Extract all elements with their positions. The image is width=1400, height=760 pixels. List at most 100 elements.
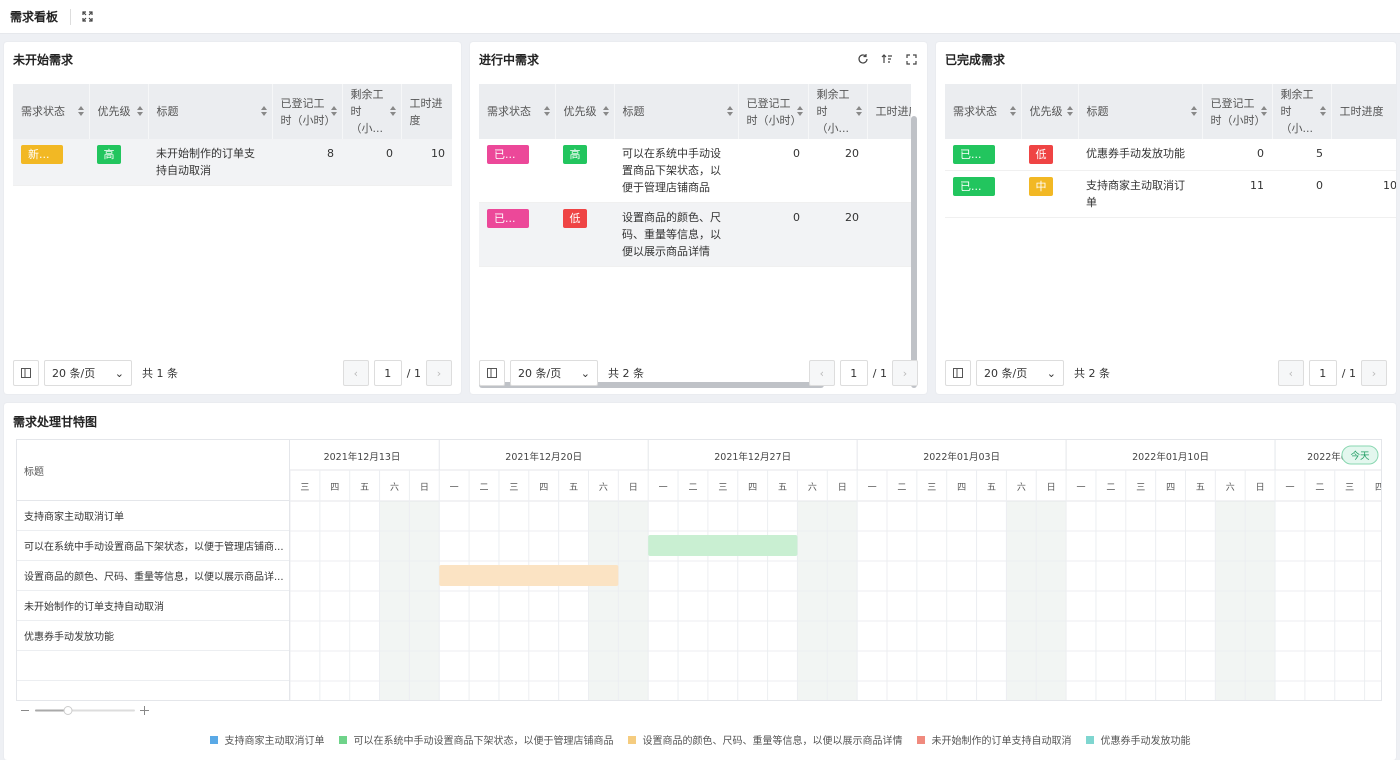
prev-page-button[interactable]: ‹ xyxy=(1277,360,1304,386)
table-row[interactable]: 新... 高 未开始制作的订单支持自动取消 8 0 10 xyxy=(13,139,452,186)
priority-badge: 高 xyxy=(563,145,587,164)
today-label: 今天 xyxy=(1350,450,1370,462)
page-input[interactable]: 1 xyxy=(839,360,868,386)
priority-badge: 高 xyxy=(97,145,121,164)
logged-hours: 0 xyxy=(1202,139,1272,171)
page-size-select[interactable]: 20 条/页 ⌄ xyxy=(976,360,1064,386)
remaining-hours: 5 xyxy=(1272,139,1331,171)
gantt-row-label[interactable]: 设置商品的颜色、尺码、重量等信息，以便以展示商品详... xyxy=(17,561,289,591)
hours-progress xyxy=(1331,139,1396,171)
legend-item[interactable]: 设置商品的颜色、尺码、重量等信息，以便以展示商品详情 xyxy=(627,732,903,747)
column-settings-button[interactable] xyxy=(945,360,971,386)
col-priority[interactable]: 优先级 xyxy=(89,84,149,139)
not-started-panel: 未开始需求 需求状态 优先级 标题 已登记工时（小时） 剩余工时（小... 工时… xyxy=(4,42,461,394)
day-label: 三 xyxy=(509,483,518,493)
day-label: 六 xyxy=(808,481,817,493)
col-remaining[interactable]: 剩余工时（小... xyxy=(1272,84,1332,139)
legend-item[interactable]: 支持商家主动取消订单 xyxy=(209,732,325,747)
gantt-row-label[interactable]: 优惠券手动发放功能 xyxy=(17,621,289,651)
day-label: 六 xyxy=(390,481,399,493)
col-logged-hours[interactable]: 已登记工时（小时） xyxy=(1202,84,1273,139)
next-page-button[interactable]: › xyxy=(1361,360,1387,386)
column-settings-button[interactable] xyxy=(13,360,39,386)
legend-item[interactable]: 未开始制作的订单支持自动取消 xyxy=(916,732,1072,747)
day-label: 五 xyxy=(1196,483,1205,493)
table-row[interactable]: 已... 中 支持商家主动取消订单 11 0 10 xyxy=(945,170,1396,218)
gantt-row-label[interactable]: 可以在系统中手动设置商品下架状态，以便于管理店铺商... xyxy=(17,531,289,561)
day-label: 一 xyxy=(450,483,459,493)
priority-badge: 中 xyxy=(1029,177,1053,196)
legend-item[interactable]: 优惠券手动发放功能 xyxy=(1085,732,1191,747)
prev-page-button[interactable]: ‹ xyxy=(808,360,835,386)
page-input[interactable]: 1 xyxy=(1308,360,1337,386)
col-progress[interactable]: 工时进度 xyxy=(401,84,452,139)
day-label: 二 xyxy=(1106,483,1115,493)
total-count: 共 2 条 xyxy=(608,367,644,380)
day-label: 六 xyxy=(1017,481,1026,493)
day-label: 五 xyxy=(987,483,996,493)
total-count: 共 1 条 xyxy=(142,367,178,380)
col-status[interactable]: 需求状态 xyxy=(13,84,90,139)
legend-label: 支持商家主动取消订单 xyxy=(224,736,325,747)
day-label: 一 xyxy=(868,483,877,493)
col-status[interactable]: 需求状态 xyxy=(479,84,556,139)
page-size-select[interactable]: 20 条/页 ⌄ xyxy=(44,360,132,386)
chevron-down-icon: ⌄ xyxy=(114,366,124,380)
remaining-hours: 0 xyxy=(1272,170,1331,218)
page-count: / 1 xyxy=(1341,366,1356,380)
col-progress[interactable]: 工时进度 xyxy=(867,84,911,139)
sort-icon[interactable] xyxy=(880,52,894,66)
table-row[interactable]: 已... 低 优惠券手动发放功能 0 5 xyxy=(945,139,1396,171)
gantt-legend: 支持商家主动取消订单 可以在系统中手动设置商品下架状态，以便于管理店铺商品 设置商品… xyxy=(0,732,1400,747)
remaining-hours: 20 xyxy=(808,139,867,203)
panel-title: 需求处理甘特图 xyxy=(13,414,98,429)
col-progress[interactable]: 工时进度 xyxy=(1331,84,1396,139)
day-label: 四 xyxy=(748,483,757,493)
logged-hours: 0 xyxy=(738,139,808,203)
page-input[interactable]: 1 xyxy=(373,360,402,386)
row-title: 未开始制作的订单支持自动取消 xyxy=(148,139,272,186)
legend-swatch xyxy=(338,735,347,744)
day-label: 二 xyxy=(1315,483,1324,493)
not-started-table: 需求状态 优先级 标题 已登记工时（小时） 剩余工时（小... 工时进度 新..… xyxy=(13,84,452,186)
zoom-slider[interactable] xyxy=(19,703,154,719)
column-settings-button[interactable] xyxy=(479,360,505,386)
hours-progress: 10 xyxy=(1331,170,1396,218)
day-label: 一 xyxy=(659,483,668,493)
gantt-row-label[interactable]: 未开始制作的订单支持自动取消 xyxy=(17,591,289,621)
day-label: 三 xyxy=(300,483,309,493)
col-title[interactable]: 标题 xyxy=(614,84,739,139)
table-row[interactable]: 已... 高 可以在系统中手动设置商品下架状态，以便于管理店铺商品 0 20 xyxy=(479,139,911,203)
day-label: 五 xyxy=(360,483,369,493)
vertical-scrollbar[interactable] xyxy=(911,116,917,388)
next-page-button[interactable]: › xyxy=(892,360,918,386)
col-priority[interactable]: 优先级 xyxy=(555,84,615,139)
col-remaining[interactable]: 剩余工时（小... xyxy=(342,84,402,139)
gantt-task-bar[interactable] xyxy=(439,565,619,586)
page-count: / 1 xyxy=(872,366,887,380)
col-title[interactable]: 标题 xyxy=(148,84,273,139)
prev-page-button[interactable]: ‹ xyxy=(342,360,369,386)
expand-icon[interactable] xyxy=(79,9,95,25)
day-label: 四 xyxy=(957,483,966,493)
refresh-icon[interactable] xyxy=(856,52,870,66)
next-page-button[interactable]: › xyxy=(426,360,452,386)
gantt-row-label[interactable]: 支持商家主动取消订单 xyxy=(17,501,289,531)
gantt-task-bar[interactable] xyxy=(648,535,798,556)
col-logged-hours[interactable]: 已登记工时（小时） xyxy=(272,84,343,139)
table-row[interactable]: 已... 低 设置商品的颜色、尺码、重量等信息，以便以展示商品详情 0 20 xyxy=(479,202,911,267)
in-progress-panel: 进行中需求 需求状态 优先级 标题 已登记工时（小时） 剩余工时（小... 工时… xyxy=(470,42,927,394)
page-size-select[interactable]: 20 条/页 ⌄ xyxy=(510,360,598,386)
expand-icon[interactable] xyxy=(904,52,918,66)
col-remaining[interactable]: 剩余工时（小... xyxy=(808,84,868,139)
col-priority[interactable]: 优先级 xyxy=(1021,84,1079,139)
legend-swatch xyxy=(627,735,636,744)
col-logged-hours[interactable]: 已登记工时（小时） xyxy=(738,84,809,139)
priority-badge: 低 xyxy=(563,209,587,228)
col-title[interactable]: 标题 xyxy=(1078,84,1203,139)
col-status[interactable]: 需求状态 xyxy=(945,84,1022,139)
hours-progress: 10 xyxy=(401,139,452,186)
in-progress-table: 需求状态 优先级 标题 已登记工时（小时） 剩余工时（小... 工时进度 已..… xyxy=(479,84,911,267)
status-badge: 已... xyxy=(953,177,995,196)
legend-item[interactable]: 可以在系统中手动设置商品下架状态，以便于管理店铺商品 xyxy=(338,732,614,747)
